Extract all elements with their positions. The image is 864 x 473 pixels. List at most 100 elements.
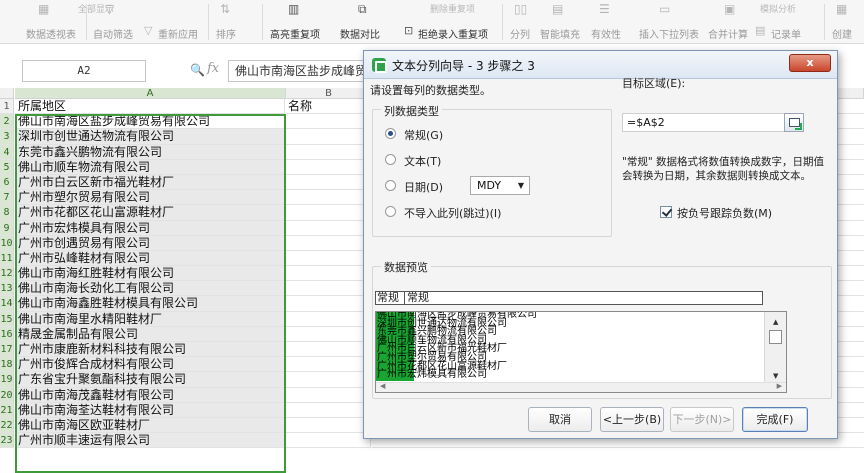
cell-a[interactable]: 广州市白云区新市福光鞋材厂	[15, 174, 285, 191]
cell-b[interactable]	[286, 433, 371, 449]
row-header[interactable]: 11	[0, 250, 14, 267]
cell-b[interactable]	[286, 402, 371, 418]
cell-a[interactable]: 广州市创遇贸易有限公司	[15, 235, 285, 251]
radio-general-dot[interactable]	[385, 128, 396, 139]
cell-a[interactable]: 佛山市南海红胜鞋材有限公司	[15, 266, 285, 282]
row-header[interactable]: 9	[0, 220, 14, 236]
cell-b[interactable]	[286, 387, 371, 403]
scroll-up-icon[interactable]: ▲	[773, 318, 778, 326]
cell-a[interactable]: 佛山市南海茂鑫鞋材有限公司	[15, 387, 285, 403]
row-header[interactable]: 4	[0, 144, 14, 160]
row-header[interactable]: 17	[0, 342, 14, 358]
row-header[interactable]: 10	[0, 235, 14, 251]
cell-b[interactable]	[286, 159, 371, 175]
row-header[interactable]: 19	[0, 372, 14, 388]
cell-b[interactable]	[286, 417, 371, 434]
cell-b[interactable]	[286, 205, 371, 221]
cell-b[interactable]	[286, 266, 371, 282]
cell-b[interactable]	[286, 129, 371, 145]
next-button[interactable]: 下一步(N)>	[670, 407, 734, 432]
cell-a[interactable]: 广州市塑尔贸易有限公司	[15, 190, 285, 206]
back-button[interactable]: <上一步(B)	[600, 407, 664, 432]
row-header[interactable]: 22	[0, 417, 14, 434]
cell-a[interactable]: 佛山市顺车物流有限公司	[15, 159, 285, 175]
cell-a[interactable]: 东莞市鑫兴鹏物流有限公司	[15, 144, 285, 160]
scroll-down-icon[interactable]: ▼	[773, 372, 778, 380]
cell-a[interactable]: 广州市花都区花山富源鞋材厂	[15, 205, 285, 221]
cell-a[interactable]: 广州市弘峰鞋材有限公司	[15, 250, 285, 267]
cell-a[interactable]: 广州市康鹿新材料科技有限公司	[15, 342, 285, 358]
cell-b[interactable]	[286, 190, 371, 206]
cell-b[interactable]	[286, 174, 371, 191]
cell-a[interactable]: 广州市俊辉合成材料有限公司	[15, 357, 285, 373]
scroll-right-icon[interactable]: ▶	[777, 382, 782, 390]
column-header-a[interactable]: A	[15, 88, 286, 99]
cell-b[interactable]	[286, 311, 371, 327]
row-header[interactable]: 8	[0, 205, 14, 221]
fx-icon[interactable]: fx	[207, 61, 219, 76]
cell-a[interactable]: 佛山市南海长劲化工有限公司	[15, 281, 285, 297]
cell-a[interactable]: 所属地区	[15, 99, 285, 115]
cancel-button[interactable]: 取消	[528, 407, 592, 432]
cell-a[interactable]: 广州市顺丰速运有限公司	[15, 433, 285, 449]
destination-input[interactable]: =$A$2	[622, 113, 804, 132]
cell-a[interactable]: 佛山市南海里水精阳鞋材厂	[15, 311, 285, 327]
preview-box[interactable]: 佛山市南海区盐步成峰贸易有限公司 深圳市创世通达物流有限公司 东莞市鑫兴鹏物流有限公…	[375, 311, 787, 393]
cell-b[interactable]	[286, 326, 371, 342]
ribbon-delete-duplicates-label[interactable]: 删除重复项	[430, 2, 475, 15]
cell-b[interactable]	[286, 235, 371, 251]
date-format-select[interactable]: MDY ▼	[470, 176, 530, 195]
row-header[interactable]: 14	[0, 296, 14, 312]
select-all-corner[interactable]	[0, 88, 14, 99]
cell-a[interactable]: 佛山市南海区欧亚鞋材厂	[15, 417, 285, 434]
ribbon-what-if-label[interactable]: 模拟分析	[760, 2, 796, 15]
row-header[interactable]: 23	[0, 433, 14, 449]
row-header[interactable]: 18	[0, 357, 14, 373]
range-picker-icon[interactable]	[784, 113, 804, 132]
row-header[interactable]: 2	[0, 114, 14, 130]
row-header[interactable]: 15	[0, 311, 14, 327]
row-header[interactable]: 5	[0, 159, 14, 175]
row-header[interactable]: 20	[0, 387, 14, 403]
radio-text-dot[interactable]	[385, 154, 396, 165]
preview-header-col-2[interactable]: 常规	[407, 292, 429, 304]
cell-b[interactable]	[286, 250, 371, 267]
scroll-thumb[interactable]	[769, 330, 782, 344]
checkbox-checked-icon[interactable]	[660, 206, 672, 218]
cell-a[interactable]: 佛山市南海荃达鞋材有限公司	[15, 402, 285, 418]
zoom-icon[interactable]: 🔍	[190, 63, 205, 77]
dialog-title-bar[interactable]: 文本分列向导 - 3 步骤之 3 x	[364, 51, 837, 79]
preview-horizontal-scrollbar[interactable]: ◀ ▶	[376, 382, 786, 392]
row-header[interactable]: 12	[0, 266, 14, 282]
cell-b[interactable]	[286, 281, 371, 297]
cell-b[interactable]: 名称	[286, 99, 371, 115]
cell-b[interactable]	[286, 357, 371, 373]
cell-b[interactable]	[286, 372, 371, 388]
row-header[interactable]: 7	[0, 190, 14, 206]
cell-b[interactable]	[286, 220, 371, 236]
cell-a[interactable]: 广州市宏炜模具有限公司	[15, 220, 285, 236]
preview-vertical-scrollbar[interactable]: ▲ ▼	[764, 312, 786, 382]
cell-b[interactable]	[286, 342, 371, 358]
cell-b[interactable]	[286, 296, 371, 312]
preview-header-col-1[interactable]: 常规	[377, 292, 399, 304]
cell-b[interactable]	[286, 144, 371, 160]
row-header[interactable]: 21	[0, 402, 14, 418]
radio-date-dot[interactable]	[385, 180, 396, 191]
cell-a[interactable]: 广东省宝升聚氨酯科技有限公司	[15, 372, 285, 388]
row-header[interactable]: 13	[0, 281, 14, 297]
row-header[interactable]: 1	[0, 99, 14, 115]
preview-header-row[interactable]: 常规 常规	[375, 291, 763, 305]
finish-button[interactable]: 完成(F)	[742, 407, 808, 432]
row-header[interactable]: 3	[0, 129, 14, 145]
scroll-left-icon[interactable]: ◀	[380, 382, 385, 390]
radio-skip-dot[interactable]	[385, 206, 396, 217]
name-box[interactable]: A2	[22, 60, 146, 82]
column-header-b[interactable]: B	[286, 88, 372, 99]
cell-a[interactable]: 深圳市创世通达物流有限公司	[15, 129, 285, 145]
cell-b[interactable]	[286, 114, 371, 130]
cell-a[interactable]: 佛山市南海区盐步成峰贸易有限公司	[15, 114, 285, 130]
close-button[interactable]: x	[789, 54, 831, 72]
row-header[interactable]: 6	[0, 174, 14, 191]
cell-a[interactable]: 精晟金属制品有限公司	[15, 326, 285, 342]
